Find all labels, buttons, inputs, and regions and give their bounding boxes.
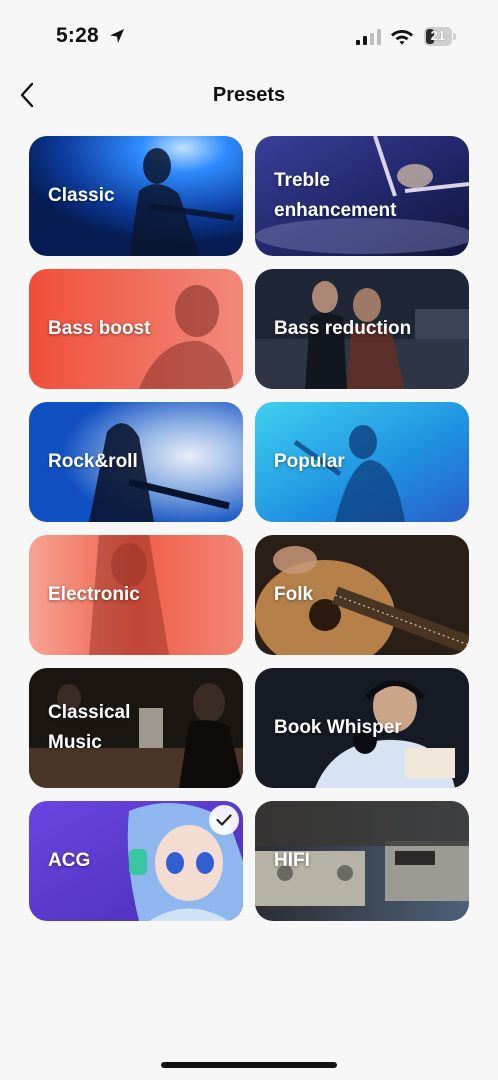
- preset-card-electronic[interactable]: Electronic: [29, 535, 243, 655]
- preset-card-classical-music[interactable]: Classical Music: [29, 668, 243, 788]
- status-bar: 5:28 21: [0, 0, 498, 70]
- preset-label: Classic: [48, 185, 115, 206]
- page-title: Presets: [212, 84, 286, 106]
- nav-header: Presets: [0, 70, 498, 124]
- preset-card-rock-and-roll[interactable]: Rock&roll: [29, 402, 243, 522]
- preset-card-folk[interactable]: Folk: [255, 535, 469, 655]
- preset-card-hifi[interactable]: HIFI: [255, 801, 469, 921]
- preset-label: Classical Music: [48, 702, 131, 753]
- preset-label: Rock&roll: [48, 451, 138, 472]
- checkmark-icon: [216, 814, 232, 826]
- preset-card-bass-reduction[interactable]: Bass reduction: [255, 269, 469, 389]
- preset-grid: Classic Treble enhancement Bass boost Ba…: [29, 136, 469, 921]
- preset-label: Book Whisper: [274, 717, 402, 738]
- preset-label: Treble enhancement: [274, 170, 397, 221]
- preset-card-classic[interactable]: Classic: [29, 136, 243, 256]
- preset-label: Bass boost: [48, 318, 151, 339]
- cellular-signal-icon: [356, 29, 381, 45]
- preset-card-bass-boost[interactable]: Bass boost: [29, 269, 243, 389]
- preset-label: Electronic: [48, 584, 140, 605]
- wifi-icon: [391, 30, 413, 45]
- preset-label: ACG: [48, 850, 91, 871]
- location-arrow-icon: [110, 29, 124, 43]
- preset-label: HIFI: [274, 850, 310, 871]
- preset-card-book-whisper[interactable]: Book Whisper: [255, 668, 469, 788]
- preset-card-acg[interactable]: ACG: [29, 801, 243, 921]
- preset-label: Popular: [274, 451, 345, 472]
- home-indicator[interactable]: [161, 1062, 337, 1068]
- preset-card-treble-enhancement[interactable]: Treble enhancement: [255, 136, 469, 256]
- status-time: 5:28: [56, 24, 99, 47]
- selected-badge: [209, 805, 239, 835]
- preset-card-popular[interactable]: Popular: [255, 402, 469, 522]
- preset-label: Bass reduction: [274, 318, 412, 339]
- battery-icon: 21: [424, 27, 456, 46]
- preset-label: Folk: [274, 584, 314, 605]
- battery-level: 21: [430, 28, 446, 43]
